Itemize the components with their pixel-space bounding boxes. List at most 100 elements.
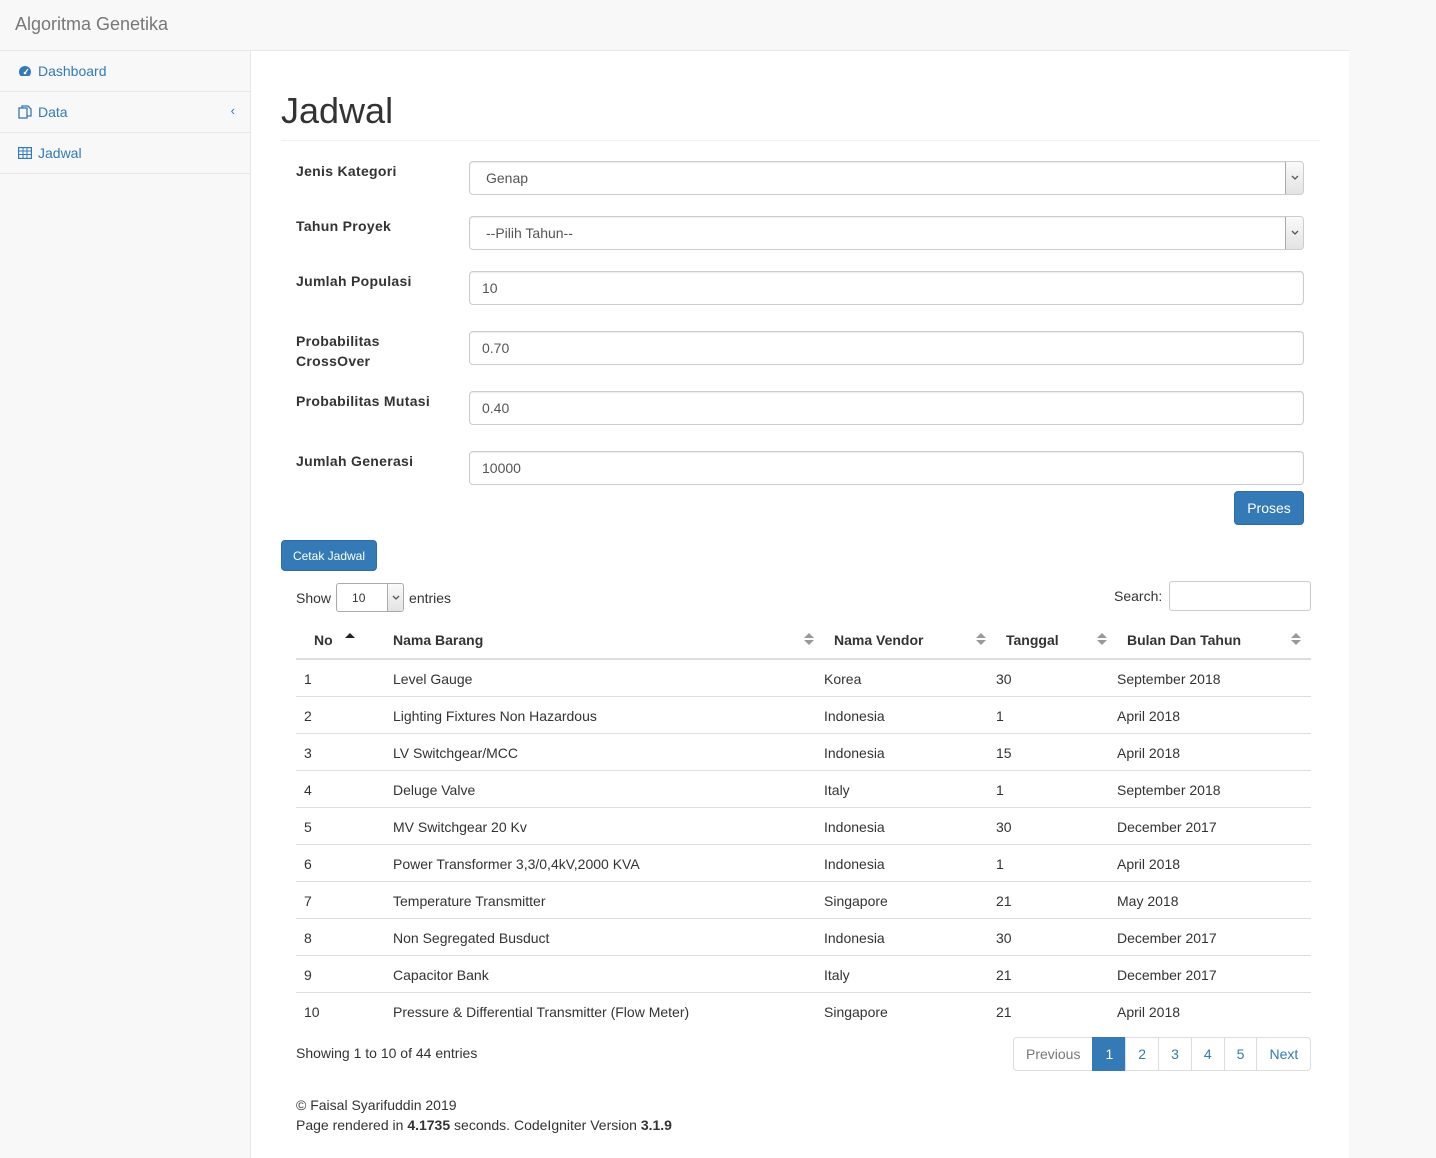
jenis-kategori-value: Genap — [486, 170, 529, 186]
table-cell: MV Switchgear 20 Kv — [383, 806, 824, 844]
page-length-select[interactable]: 10 — [336, 583, 405, 612]
pagination-page-5[interactable]: 5 — [1223, 1037, 1258, 1071]
table-cell: LV Switchgear/MCC — [383, 732, 824, 770]
table-cell: Indonesia — [824, 843, 996, 881]
pagination-page-2[interactable]: 2 — [1125, 1037, 1160, 1071]
table-cell: Korea — [824, 658, 996, 696]
ci-version: 3.1.9 — [640, 1117, 672, 1133]
pagination: Previous 1 2 3 4 5 Next — [1013, 1037, 1312, 1071]
table-cell: September 2018 — [1117, 658, 1311, 696]
table-cell: 1 — [996, 769, 1117, 807]
right-gutter — [1349, 0, 1436, 1158]
table-cell: 1 — [296, 658, 383, 696]
chevron-down-icon — [1285, 162, 1303, 194]
pagination-next[interactable]: Next — [1256, 1037, 1312, 1071]
prob-mutasi-label: Probabilitas Mutasi — [296, 393, 431, 409]
jumlah-populasi-label: Jumlah Populasi — [296, 273, 412, 289]
sidebar: Dashboard Data ‹ Jadwal — [0, 51, 251, 1158]
column-header-bulan-dan-tahun[interactable]: Bulan Dan Tahun — [1117, 621, 1311, 660]
sort-icon — [1291, 633, 1301, 647]
jumlah-generasi-input[interactable]: 10000 — [469, 451, 1304, 485]
render-info: Page rendered in 4.1735 seconds. CodeIgn… — [296, 1117, 672, 1133]
table-cell: 21 — [996, 954, 1117, 992]
table-cell: April 2018 — [1117, 843, 1311, 881]
sort-icon — [976, 633, 986, 647]
prob-crossover-input[interactable]: 0.70 — [469, 331, 1304, 365]
table-cell: 1 — [996, 695, 1117, 733]
table-row: 10 Pressure & Differential Transmitter (F… — [296, 991, 1311, 1029]
sidebar-item-dashboard[interactable]: Dashboard — [0, 51, 250, 92]
jumlah-populasi-value: 10 — [482, 280, 498, 296]
table-row: 6 Power Transformer 3,3/0,4kV,2000 KVA Ind… — [296, 843, 1311, 881]
search-control: Search: — [1114, 581, 1312, 611]
table-cell: 21 — [996, 991, 1117, 1029]
jumlah-generasi-label: Jumlah Generasi — [296, 453, 414, 469]
page-header: Jadwal — [281, 89, 1320, 141]
table-cell: 8 — [296, 917, 383, 955]
table-row: 4 Deluge Valve Italy 1 September 2018 — [296, 769, 1311, 807]
brand-link[interactable]: Algoritma Genetika — [15, 14, 168, 35]
proses-button[interactable]: Proses — [1234, 491, 1304, 525]
sidebar-item-jadwal[interactable]: Jadwal — [0, 133, 250, 174]
table-row: 9 Capacitor Bank Italy 21 December 2017 — [296, 954, 1311, 992]
jumlah-populasi-input[interactable]: 10 — [469, 271, 1304, 305]
table-cell: Level Gauge — [383, 658, 824, 696]
prob-crossover-label-line1: Probabilitas — [296, 333, 380, 349]
main-content: Jadwal Jenis Kategori Genap Tahun Proyek… — [251, 51, 1349, 1158]
prob-crossover-label: Probabilitas CrossOver — [296, 331, 456, 371]
jenis-kategori-select[interactable]: Genap — [469, 161, 1304, 195]
table-cell: Indonesia — [824, 695, 996, 733]
table-cell: December 2017 — [1117, 954, 1311, 992]
table-cell: December 2017 — [1117, 806, 1311, 844]
pagination-page-3[interactable]: 3 — [1158, 1037, 1192, 1071]
column-header-nama-barang[interactable]: Nama Barang — [383, 621, 824, 660]
tahun-proyek-value: --Pilih Tahun-- — [486, 225, 573, 241]
table-cell: 15 — [996, 732, 1117, 770]
table-cell: 9 — [296, 954, 383, 992]
page-length-control: Show 10 entries — [296, 583, 451, 612]
page-length-value: 10 — [352, 590, 366, 605]
prob-mutasi-input[interactable]: 0.40 — [469, 391, 1304, 425]
table-cell: Power Transformer 3,3/0,4kV,2000 KVA — [383, 843, 824, 881]
copyright-text: © Faisal Syarifuddin 2019 — [296, 1097, 457, 1113]
prob-crossover-label-line2: CrossOver — [296, 353, 371, 369]
tahun-proyek-select[interactable]: --Pilih Tahun-- — [469, 216, 1304, 250]
table-cell: Italy — [824, 954, 996, 992]
render-time: 4.1735 — [407, 1117, 451, 1133]
pagination-page-4[interactable]: 4 — [1190, 1037, 1225, 1071]
prob-mutasi-value: 0.40 — [482, 400, 510, 416]
table-cell: 30 — [996, 658, 1117, 696]
sort-icon — [1097, 633, 1107, 647]
table-cell: Temperature Transmitter — [383, 880, 824, 918]
table-cell: May 2018 — [1117, 880, 1311, 918]
pagination-page-1[interactable]: 1 — [1092, 1037, 1127, 1071]
sidebar-item-data[interactable]: Data ‹ — [0, 92, 250, 133]
search-label: Search: — [1114, 588, 1163, 604]
table-cell: Deluge Valve — [383, 769, 824, 807]
table-row: 1 Level Gauge Korea 30 September 2018 — [296, 658, 1311, 696]
table-cell: December 2017 — [1117, 917, 1311, 955]
table-row: 3 LV Switchgear/MCC Indonesia 15 April 2018 — [296, 732, 1311, 770]
schedule-table: No Nama Barang Nama Vendor Tanggal Bulan… — [296, 621, 1311, 1029]
table-cell: Singapore — [824, 991, 996, 1029]
chevron-down-icon — [1285, 217, 1303, 249]
pagination-previous[interactable]: Previous — [1013, 1037, 1094, 1071]
column-header-no[interactable]: No — [296, 621, 383, 660]
cetak-jadwal-button[interactable]: Cetak Jadwal — [281, 540, 377, 571]
table-icon — [17, 146, 33, 160]
table-row: 5 MV Switchgear 20 Kv Indonesia 30 December … — [296, 806, 1311, 844]
table-cell: Italy — [824, 769, 996, 807]
table-header-row: No Nama Barang Nama Vendor Tanggal Bulan… — [296, 621, 1311, 660]
table-cell: April 2018 — [1117, 991, 1311, 1029]
dashboard-icon — [17, 64, 33, 78]
table-cell: 6 — [296, 843, 383, 881]
table-cell: April 2018 — [1117, 732, 1311, 770]
column-header-tanggal[interactable]: Tanggal — [996, 621, 1117, 660]
page-title: Jadwal — [281, 90, 394, 131]
files-icon — [17, 105, 33, 119]
search-input[interactable] — [1169, 581, 1312, 611]
prob-crossover-value: 0.70 — [482, 340, 510, 356]
column-header-nama-vendor[interactable]: Nama Vendor — [824, 621, 996, 660]
table-cell: Indonesia — [824, 806, 996, 844]
table-cell: Non Segregated Busduct — [383, 917, 824, 955]
